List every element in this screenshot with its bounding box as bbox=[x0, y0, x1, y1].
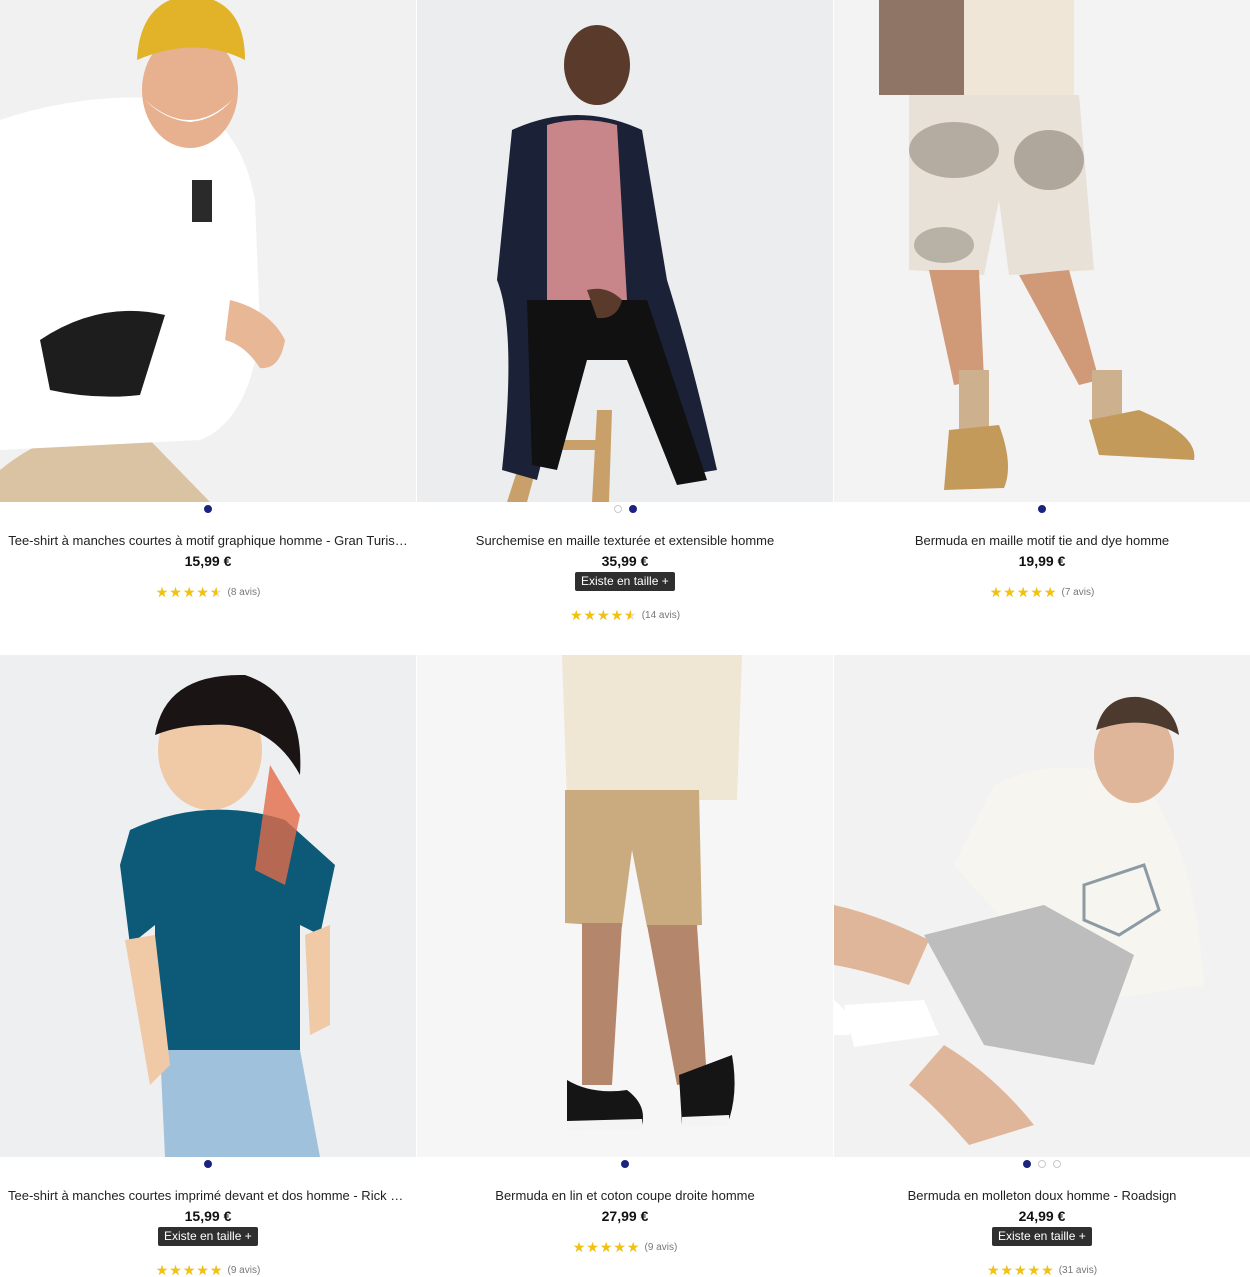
review-count: (8 avis) bbox=[227, 586, 261, 598]
product-card[interactable]: Surchemise en maille texturée et extensi… bbox=[417, 0, 833, 654]
photo-carousel-dots[interactable] bbox=[834, 505, 1250, 515]
product-card[interactable]: Bermuda en molleton doux homme - Roadsig… bbox=[834, 655, 1250, 1277]
product-title[interactable]: Bermuda en maille motif tie and dye homm… bbox=[842, 533, 1242, 548]
carousel-dot[interactable] bbox=[613, 505, 622, 513]
review-count: (9 avis) bbox=[227, 1264, 261, 1276]
photo-carousel-dots[interactable] bbox=[0, 1160, 416, 1170]
product-price: 27,99 € bbox=[601, 1208, 649, 1224]
product-title[interactable]: Tee-shirt à manches courtes à motif grap… bbox=[8, 533, 408, 548]
review-count: (14 avis) bbox=[641, 609, 681, 621]
product-photo[interactable] bbox=[0, 0, 416, 502]
product-rating: ★★★★★★★★★★ (8 avis) bbox=[0, 585, 416, 599]
photo-carousel-dots[interactable] bbox=[0, 505, 416, 515]
product-photo[interactable] bbox=[0, 655, 416, 1157]
product-title[interactable]: Tee-shirt à manches courtes imprimé deva… bbox=[8, 1188, 408, 1203]
product-price: 15,99 € bbox=[184, 553, 232, 569]
product-photo[interactable] bbox=[834, 0, 1250, 502]
model-teal-tshirt-jeans-icon bbox=[0, 655, 416, 1157]
review-count: (9 avis) bbox=[644, 1241, 678, 1253]
carousel-dot[interactable] bbox=[204, 505, 212, 513]
star-rating-icon: ★★★★★★★★★★ bbox=[986, 1262, 1055, 1277]
model-white-hoodie-grey-shorts-icon bbox=[834, 655, 1250, 1157]
product-card[interactable]: Tee-shirt à manches courtes à motif grap… bbox=[0, 0, 416, 654]
product-rating: ★★★★★ ★★★★★ (9 avis) bbox=[0, 1263, 416, 1277]
product-title[interactable]: Bermuda en lin et coton coupe droite hom… bbox=[425, 1188, 825, 1203]
model-tie-dye-shorts-icon bbox=[834, 0, 1250, 502]
carousel-dot[interactable] bbox=[1038, 1160, 1046, 1168]
carousel-dot[interactable] bbox=[621, 1160, 629, 1168]
product-photo[interactable] bbox=[834, 655, 1250, 1157]
product-price: 35,99 € bbox=[601, 553, 649, 569]
carousel-dot[interactable] bbox=[204, 1160, 212, 1168]
product-rating: ★★★★★★★★★★ (14 avis) bbox=[417, 608, 833, 622]
photo-carousel-dots[interactable] bbox=[417, 1160, 833, 1170]
size-plus-badge[interactable]: Existe en taille + bbox=[575, 572, 675, 591]
product-card[interactable]: Tee-shirt à manches courtes imprimé deva… bbox=[0, 655, 416, 1277]
star-rating-icon: ★★★★★★★★★★ bbox=[155, 1262, 224, 1277]
product-photo[interactable] bbox=[417, 655, 833, 1157]
review-count: (31 avis) bbox=[1058, 1264, 1098, 1276]
carousel-dot[interactable] bbox=[1023, 1160, 1031, 1168]
product-card[interactable]: Bermuda en maille motif tie and dye homm… bbox=[834, 0, 1250, 654]
product-price: 19,99 € bbox=[1018, 553, 1066, 569]
product-price: 15,99 € bbox=[184, 1208, 232, 1224]
product-grid: Tee-shirt à manches courtes à motif grap… bbox=[0, 0, 1250, 1277]
star-rating-icon: ★★★★★★★★★★ bbox=[569, 607, 638, 623]
star-rating-icon: ★★★★★★★★★★ bbox=[989, 584, 1058, 600]
product-price: 24,99 € bbox=[1018, 1208, 1066, 1224]
product-rating: ★★★★★ ★★★★★ (31 avis) bbox=[834, 1263, 1250, 1277]
carousel-dot[interactable] bbox=[1038, 505, 1046, 513]
product-title[interactable]: Surchemise en maille texturée et extensi… bbox=[425, 533, 825, 548]
product-title[interactable]: Bermuda en molleton doux homme - Roadsig… bbox=[842, 1188, 1242, 1203]
carousel-dot[interactable] bbox=[628, 505, 637, 513]
size-plus-badge[interactable]: Existe en taille + bbox=[992, 1227, 1092, 1246]
model-white-tshirt-yellow-beanie-icon bbox=[0, 0, 416, 502]
review-count: (7 avis) bbox=[1061, 586, 1095, 598]
star-rating-icon: ★★★★★★★★★★ bbox=[572, 1239, 641, 1255]
size-plus-badge[interactable]: Existe en taille + bbox=[158, 1227, 258, 1246]
product-rating: ★★★★★ ★★★★★ (7 avis) bbox=[834, 585, 1250, 599]
photo-carousel-dots[interactable] bbox=[834, 1160, 1250, 1170]
carousel-dot[interactable] bbox=[1053, 1160, 1061, 1168]
star-rating-icon: ★★★★★★★★★★ bbox=[155, 584, 224, 600]
product-card[interactable]: Bermuda en lin et coton coupe droite hom… bbox=[417, 655, 833, 1277]
product-rating: ★★★★★ ★★★★★ (9 avis) bbox=[417, 1240, 833, 1254]
photo-carousel-dots[interactable] bbox=[417, 505, 833, 515]
model-navy-overshirt-stool-icon bbox=[417, 0, 833, 502]
model-beige-linen-shorts-icon bbox=[417, 655, 833, 1157]
product-photo[interactable] bbox=[417, 0, 833, 502]
